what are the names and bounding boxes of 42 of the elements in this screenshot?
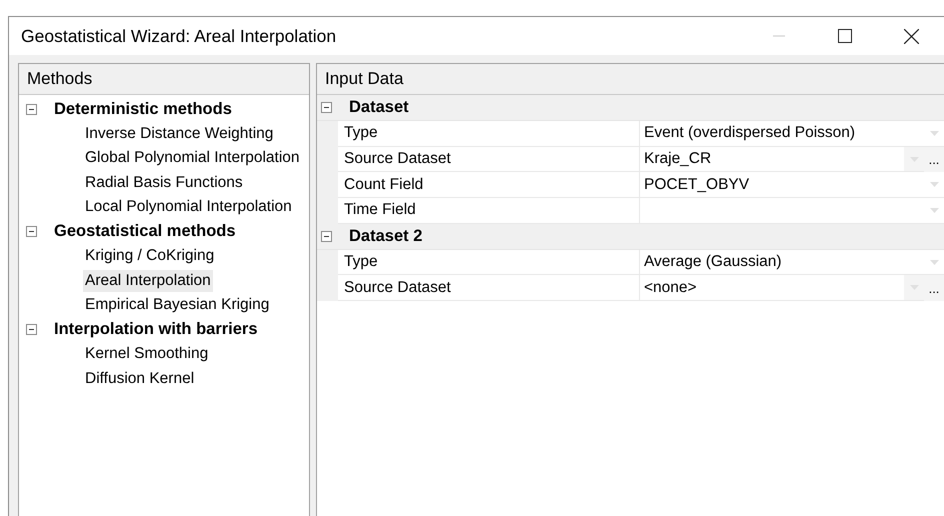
property-name: Type (338, 250, 640, 276)
tree-item[interactable]: Radial Basis Functions (83, 172, 245, 194)
collapse-icon[interactable] (321, 230, 332, 242)
collapse-icon[interactable] (26, 324, 37, 336)
tree-item[interactable]: Inverse Distance Weighting (83, 122, 276, 145)
tree-item[interactable]: Areal Interpolation (83, 270, 213, 292)
collapse-icon[interactable] (26, 104, 37, 115)
property-value[interactable]: Kraje_CR (640, 146, 904, 172)
window-title: Geostatistical Wizard: Areal Interpolation (21, 26, 338, 46)
dropdown-arrow-icon[interactable] (930, 208, 938, 213)
minimize-icon (773, 35, 785, 37)
property-name: Type (338, 121, 640, 147)
property-value[interactable]: Event (overdispersed Poisson) (640, 121, 924, 147)
property-group-label[interactable]: Dataset (349, 98, 409, 117)
tree-item[interactable]: Empirical Bayesian Kriging (83, 294, 272, 316)
panel-header: Methods (19, 64, 309, 95)
tree-item[interactable]: Global Polynomial Interpolation (83, 147, 302, 170)
maximize-icon (838, 29, 852, 43)
dropdown-arrow-icon[interactable] (930, 130, 938, 136)
property-value[interactable]: Average (Gaussian) (640, 250, 924, 276)
property-group-label[interactable]: Dataset 2 (349, 226, 422, 246)
tree-group-label[interactable]: Interpolation with barriers (54, 320, 258, 340)
property-name: Source Dataset (338, 146, 640, 172)
property-name: Count Field (338, 172, 640, 198)
collapse-icon[interactable] (26, 226, 37, 238)
property-name: Time Field (338, 198, 640, 224)
tree-item[interactable]: Diffusion Kernel (83, 368, 196, 390)
browse-button[interactable]: ... (924, 146, 944, 172)
tree-item[interactable]: Kriging / CoKriging (83, 245, 216, 268)
panel-header: Input Data (317, 64, 944, 95)
tree-item[interactable]: Kernel Smoothing (83, 343, 210, 366)
tree-item[interactable]: Local Polynomial Interpolation (83, 196, 294, 218)
tree-group-label[interactable]: Deterministic methods (54, 100, 232, 119)
property-name: Source Dataset (338, 275, 640, 302)
browse-button[interactable]: ... (924, 275, 944, 302)
dropdown-arrow-icon[interactable] (930, 260, 938, 265)
property-value[interactable]: <none> (640, 275, 904, 302)
close-icon (904, 28, 918, 44)
collapse-icon[interactable] (321, 102, 332, 113)
dropdown-arrow-icon[interactable] (930, 182, 938, 188)
tree-group-label[interactable]: Geostatistical methods (54, 222, 236, 242)
property-value[interactable]: POCET_OBYV (640, 172, 924, 198)
